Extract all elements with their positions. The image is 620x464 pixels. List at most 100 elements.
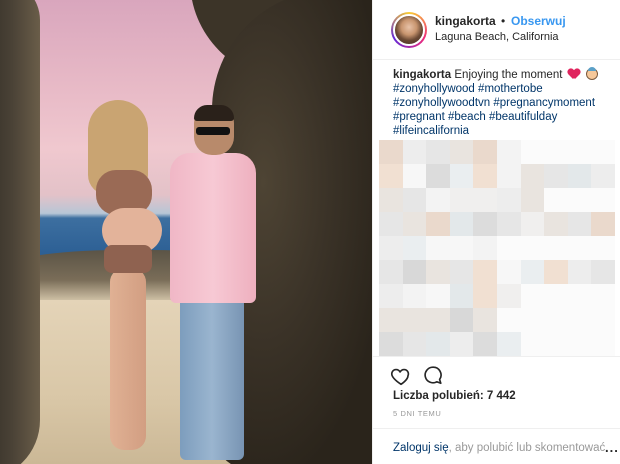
blur-pixel <box>567 284 592 309</box>
separator-dot: • <box>501 14 506 28</box>
blur-pixel <box>473 188 498 213</box>
hashtag-link[interactable]: #lifeincalifornia <box>393 125 469 137</box>
post-header: kingakorta • Obserwuj Laguna Beach, Cali… <box>373 0 620 60</box>
more-options-icon[interactable]: ... <box>605 440 619 455</box>
blur-pixel <box>544 212 569 237</box>
blur-pixel <box>520 212 545 237</box>
blur-pixel <box>473 308 498 333</box>
blur-pixel <box>379 188 404 213</box>
blur-pixel <box>591 140 616 165</box>
blur-pixel <box>379 260 404 285</box>
blur-pixel <box>379 164 404 189</box>
blur-pixel <box>402 308 427 333</box>
hashtag-link[interactable]: #beautifulday <box>489 111 557 123</box>
blur-pixel <box>520 332 545 357</box>
blur-pixel <box>497 188 522 213</box>
likes-count[interactable]: Liczba polubień: 7 442 <box>393 390 516 402</box>
blur-pixel <box>449 332 474 357</box>
blur-pixel <box>497 140 522 165</box>
blur-pixel <box>449 140 474 165</box>
blur-pixel <box>591 332 616 357</box>
blur-pixel <box>473 212 498 237</box>
blur-pixel <box>591 164 616 189</box>
blur-pixel <box>520 140 545 165</box>
post-caption: kingakorta Enjoying the moment #zonyholl… <box>393 67 615 138</box>
blur-pixel <box>402 236 427 261</box>
blur-pixel <box>544 140 569 165</box>
blur-pixel <box>402 260 427 285</box>
blur-pixel <box>426 284 451 309</box>
post-timestamp[interactable]: 5 DNI TEMU <box>393 409 441 418</box>
blur-pixel <box>567 140 592 165</box>
like-heart-icon[interactable] <box>390 365 412 387</box>
hashtag-link[interactable]: #beach <box>448 111 486 123</box>
hashtag-link[interactable]: #mothertobe <box>478 83 543 95</box>
cave-rock-left <box>0 0 40 464</box>
blur-pixel <box>449 236 474 261</box>
blur-pixel <box>473 164 498 189</box>
woman-figure <box>88 100 168 450</box>
blur-pixel <box>426 236 451 261</box>
blur-pixel <box>567 308 592 333</box>
blur-pixel <box>520 236 545 261</box>
blur-pixel <box>402 188 427 213</box>
blur-pixel <box>544 164 569 189</box>
blur-pixel <box>567 164 592 189</box>
blur-pixel <box>379 284 404 309</box>
header-username[interactable]: kingakorta <box>435 14 496 28</box>
blur-pixel <box>473 140 498 165</box>
blur-pixel <box>402 332 427 357</box>
blur-pixel <box>449 308 474 333</box>
blur-pixel <box>520 188 545 213</box>
caption-username[interactable]: kingakorta <box>393 69 451 81</box>
blur-pixel <box>379 332 404 357</box>
blur-pixel <box>567 212 592 237</box>
blur-pixel <box>497 236 522 261</box>
follow-button[interactable]: Obserwuj <box>511 14 566 28</box>
login-prompt: Zaloguj się, aby polubić lub skomentować… <box>393 442 608 454</box>
blur-pixel <box>426 212 451 237</box>
blur-pixel <box>544 260 569 285</box>
avatar-story-ring[interactable] <box>391 12 427 48</box>
avatar[interactable] <box>393 14 425 46</box>
blur-pixel <box>426 188 451 213</box>
blur-pixel <box>497 332 522 357</box>
blur-pixel <box>544 332 569 357</box>
blur-pixel <box>497 308 522 333</box>
blur-pixel <box>520 260 545 285</box>
blur-pixel <box>449 284 474 309</box>
red-heart-icon <box>568 69 580 79</box>
blur-pixel <box>567 332 592 357</box>
blur-pixel <box>520 284 545 309</box>
blur-pixel <box>497 164 522 189</box>
blur-pixel <box>402 284 427 309</box>
hashtag-link[interactable]: #pregnancymoment <box>493 97 595 109</box>
blur-pixel <box>591 284 616 309</box>
hashtag-link[interactable]: #zonyhollywood <box>393 83 475 95</box>
login-link[interactable]: Zaloguj się <box>393 442 449 454</box>
blur-pixel <box>591 236 616 261</box>
blur-pixel <box>591 212 616 237</box>
baby-emoji-icon <box>585 67 598 80</box>
hashtag-link[interactable]: #pregnant <box>393 111 445 123</box>
blur-pixel <box>426 140 451 165</box>
blur-pixel <box>379 140 404 165</box>
hashtag-link[interactable]: #zonyhollywoodtvn <box>393 97 490 109</box>
post-photo[interactable] <box>0 0 372 464</box>
blur-pixel <box>544 236 569 261</box>
blur-pixel <box>591 188 616 213</box>
blur-pixel <box>379 308 404 333</box>
post-side-panel: kingakorta • Obserwuj Laguna Beach, Cali… <box>372 0 620 464</box>
blur-pixel <box>520 164 545 189</box>
comment-bubble-icon[interactable] <box>422 364 444 386</box>
blur-pixel <box>473 236 498 261</box>
blur-pixel <box>426 260 451 285</box>
blur-pixel <box>544 308 569 333</box>
blur-pixel <box>449 212 474 237</box>
location-link[interactable]: Laguna Beach, California <box>435 31 559 43</box>
blur-pixel <box>544 284 569 309</box>
login-prompt-text: , aby polubić lub skomentować. <box>448 442 609 454</box>
blur-pixel <box>402 140 427 165</box>
blur-pixel <box>379 212 404 237</box>
blur-pixel <box>449 164 474 189</box>
